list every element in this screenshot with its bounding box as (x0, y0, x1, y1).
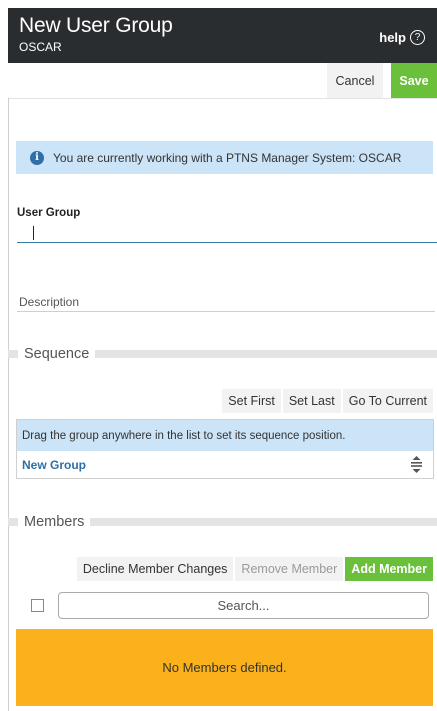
description-input[interactable] (17, 293, 435, 312)
go-to-current-button[interactable]: Go To Current (342, 389, 433, 413)
drag-handle-icon[interactable] (409, 456, 423, 474)
sequence-list: Drag the group anywhere in the list to s… (16, 419, 434, 479)
set-last-button[interactable]: Set Last (282, 389, 341, 413)
page-header: New User Group OSCAR help ? (8, 8, 437, 63)
select-all-checkbox[interactable] (31, 599, 44, 612)
cancel-button[interactable]: Cancel (327, 63, 383, 98)
set-first-button[interactable]: Set First (222, 389, 281, 413)
help-circle-icon: ? (410, 30, 425, 45)
search-input[interactable] (58, 592, 429, 619)
sequence-item-label: New Group (22, 457, 87, 472)
user-group-input[interactable] (17, 222, 437, 243)
info-icon: i (30, 150, 44, 165)
sequence-section-header: Sequence (8, 344, 437, 364)
empty-members-notice: No Members defined. (16, 629, 433, 706)
section-rule (8, 350, 18, 358)
sequence-section-label: Sequence (24, 346, 90, 362)
action-bar: Cancel Save (8, 63, 437, 99)
section-rule (8, 518, 18, 526)
decline-member-changes-button[interactable]: Decline Member Changes (76, 557, 234, 581)
help-link[interactable]: help ? (379, 30, 425, 45)
members-toolbar: Decline Member Changes Remove Member Add… (76, 557, 433, 581)
text-caret (33, 226, 34, 240)
section-rule (90, 518, 437, 526)
list-item[interactable]: New Group (17, 451, 433, 478)
page-title: New User Group (19, 14, 173, 37)
save-button[interactable]: Save (391, 63, 437, 98)
section-rule (95, 350, 437, 358)
user-group-label: User Group (17, 207, 81, 219)
help-label: help (379, 30, 406, 45)
remove-member-button[interactable]: Remove Member (235, 557, 344, 581)
panel-divider (8, 98, 9, 711)
info-banner: i You are currently working with a PTNS … (16, 141, 433, 174)
sequence-toolbar: Set First Set Last Go To Current (222, 389, 433, 413)
add-member-button[interactable]: Add Member (345, 557, 433, 581)
page-subtitle: OSCAR (19, 40, 62, 54)
members-section-header: Members (8, 512, 437, 532)
empty-members-text: No Members defined. (162, 660, 287, 675)
info-banner-text: You are currently working with a PTNS Ma… (53, 150, 402, 165)
sequence-hint: Drag the group anywhere in the list to s… (17, 420, 433, 451)
members-section-label: Members (24, 514, 85, 530)
